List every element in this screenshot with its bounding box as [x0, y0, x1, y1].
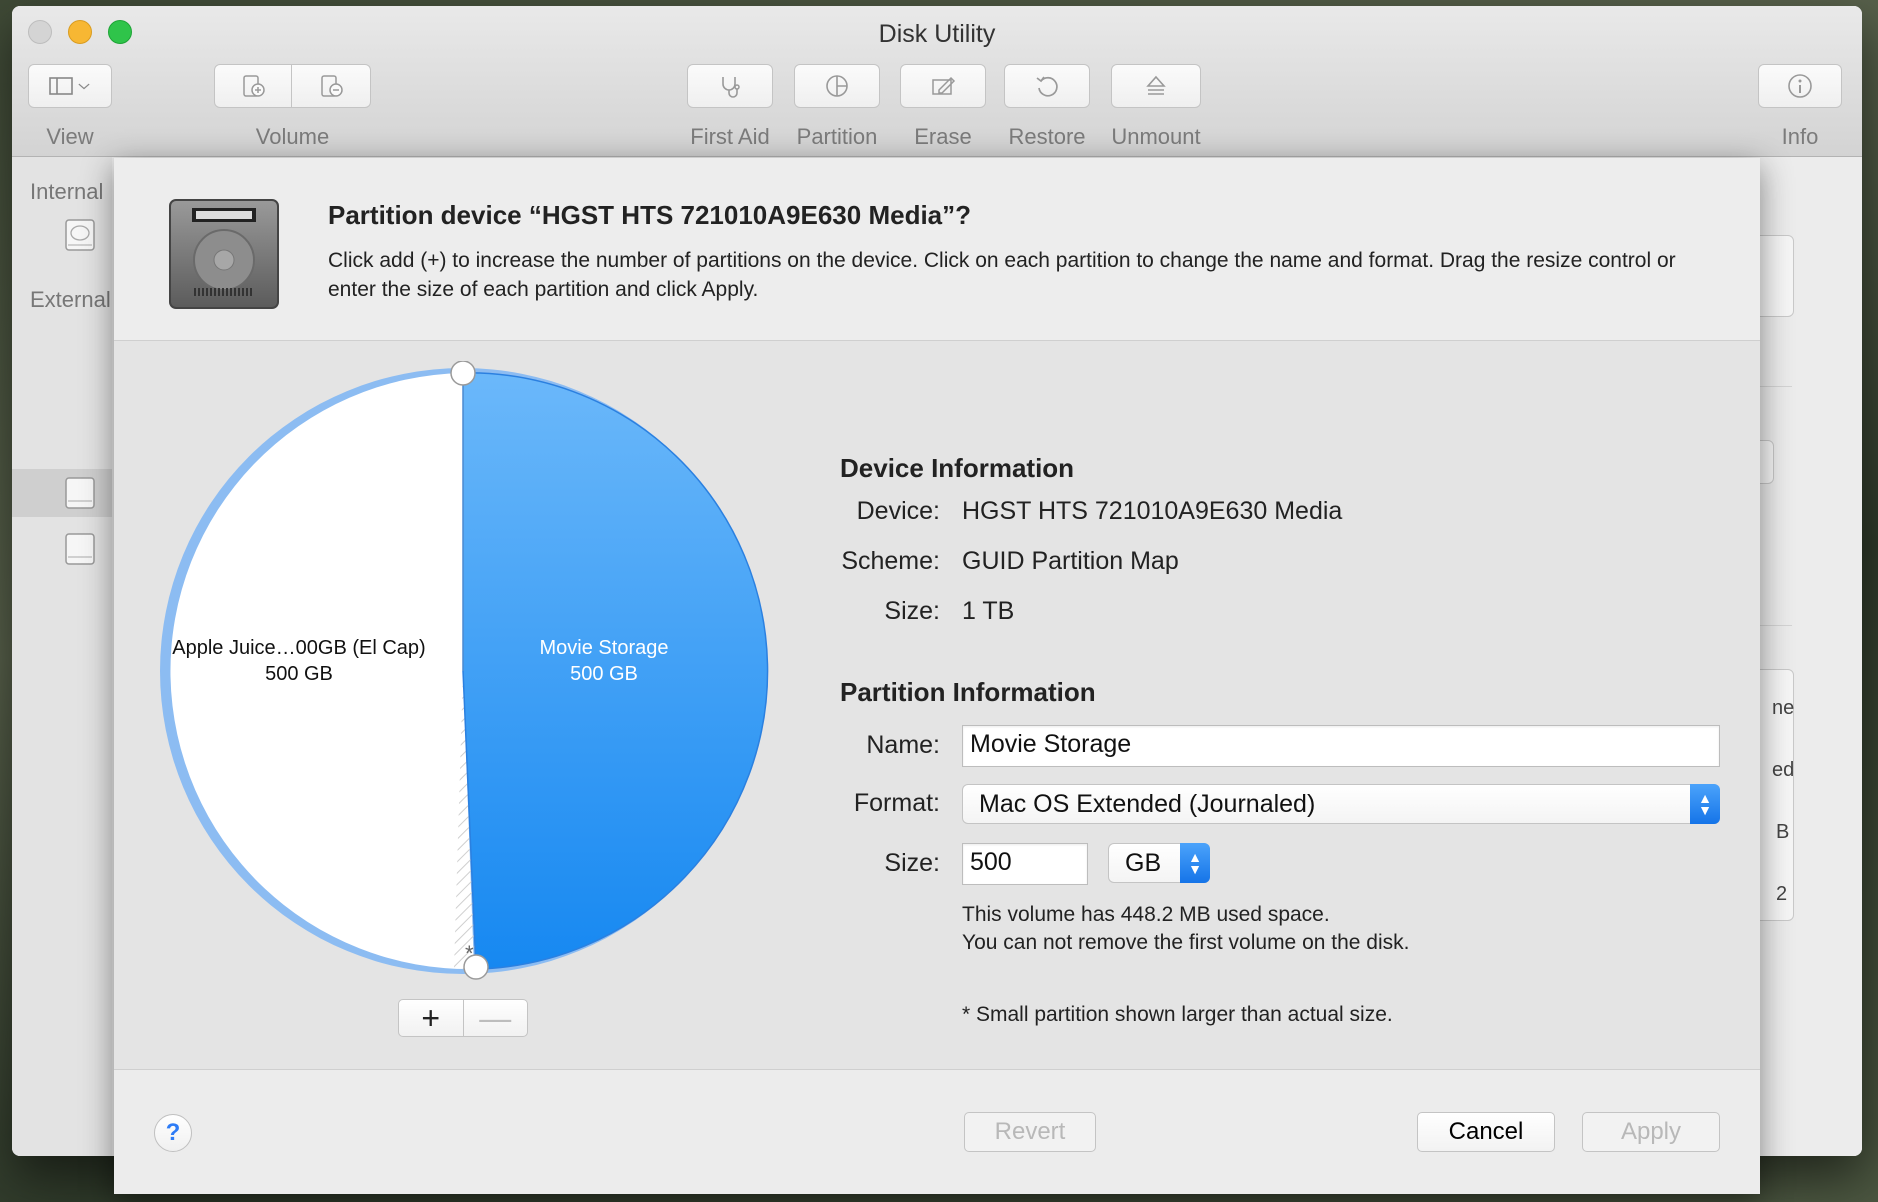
partition-button[interactable]: [794, 64, 880, 108]
ghost-text: 2: [1776, 883, 1788, 905]
size-value: 1 TB: [962, 597, 1015, 625]
format-popup[interactable]: Mac OS Extended (Journaled) ▲ ▼: [962, 784, 1720, 824]
partition-info-heading: Partition Information: [840, 677, 1096, 707]
size-unit-popup[interactable]: GB ▲ ▼: [1108, 843, 1210, 883]
sidebar-item-selected-disk[interactable]: [12, 469, 112, 517]
name-label: Name:: [866, 731, 940, 759]
hard-drive-icon: [169, 199, 279, 309]
erase-icon: [932, 76, 956, 95]
add-volume-icon: [243, 75, 265, 97]
sheet-header: Partition device “HGST HTS 721010A9E630 …: [114, 158, 1760, 341]
unmount-label: Unmount: [1111, 124, 1201, 149]
partition-sheet: Partition device “HGST HTS 721010A9E630 …: [114, 158, 1760, 1194]
pie-label-apple-juice: Apple Juice…00GB (El Cap) 500 GB: [154, 635, 444, 687]
partition-label: Partition: [796, 124, 878, 149]
first-volume-text: You can not remove the first volume on t…: [962, 931, 1410, 954]
ghost-text: B: [1776, 821, 1790, 843]
sheet-description: Click add (+) to increase the number of …: [328, 249, 1676, 301]
partition-name: Movie Storage: [539, 637, 669, 659]
format-value: Mac OS Extended (Journaled): [979, 790, 1316, 818]
unmount-button[interactable]: [1111, 64, 1201, 108]
partition-size-label: Size:: [884, 849, 940, 877]
toolbar: Disk Utility View Volume First Aid Parti…: [12, 6, 1862, 157]
apply-button[interactable]: Apply: [1582, 1112, 1720, 1152]
resize-handle-top[interactable]: [450, 361, 476, 386]
erase-label: Erase: [914, 124, 972, 149]
ghost-text: ed: [1772, 759, 1795, 781]
revert-button[interactable]: Revert: [964, 1112, 1096, 1152]
sheet-title: Partition device “HGST HTS 721010A9E630 …: [328, 200, 972, 230]
sidebar-internal-heading: Internal: [30, 179, 104, 204]
ghost-text: ne: [1772, 697, 1795, 719]
restore-arrow-icon: [1036, 76, 1058, 97]
restore-label: Restore: [1008, 124, 1086, 149]
partition-name: Apple Juice…00GB (El Cap): [172, 637, 426, 659]
partition-size: 500 GB: [570, 663, 638, 685]
sheet-body: * Apple Juice…00GB (El Cap) 500 GB Movie…: [114, 341, 1760, 1070]
stethoscope-icon: [722, 77, 740, 98]
erase-button[interactable]: [900, 64, 986, 108]
remove-partition-button[interactable]: —: [464, 1000, 528, 1036]
info-button[interactable]: [1758, 64, 1842, 108]
add-partition-button[interactable]: +: [399, 1000, 464, 1036]
external-volume-icon[interactable]: [64, 531, 96, 567]
partition-size-field[interactable]: 500: [962, 843, 1088, 885]
partition-size: 500 GB: [265, 663, 333, 685]
pie-label-movie-storage: Movie Storage 500 GB: [484, 635, 724, 687]
device-value: HGST HTS 721010A9E630 Media: [962, 497, 1343, 525]
cancel-button[interactable]: Cancel: [1417, 1112, 1555, 1152]
add-remove-partition-control: + —: [398, 999, 528, 1037]
scheme-label: Scheme:: [841, 547, 940, 575]
remove-volume-icon: [321, 75, 343, 97]
window-title: Disk Utility: [878, 20, 996, 48]
external-disk-icon[interactable]: [64, 475, 96, 511]
first-aid-label: First Aid: [690, 124, 770, 149]
scheme-value: GUID Partition Map: [962, 547, 1179, 575]
view-button[interactable]: [28, 64, 112, 108]
eject-icon: [1146, 75, 1166, 95]
partition-pie-icon: [826, 75, 848, 97]
add-volume-button[interactable]: [214, 64, 292, 108]
used-space-note: This volume has 448.2 MB used space. You…: [962, 901, 1409, 957]
info-label: Info: [1781, 124, 1819, 149]
device-label: Device:: [856, 497, 940, 525]
chevron-down-icon: [78, 83, 90, 90]
first-aid-button[interactable]: [687, 64, 773, 108]
resize-handle-bottom[interactable]: [463, 954, 489, 980]
sidebar-external-heading: External: [30, 287, 111, 312]
size-unit-value: GB: [1125, 849, 1162, 877]
sidebar: Internal External: [12, 157, 112, 1156]
used-space-text: This volume has 448.2 MB used space.: [962, 903, 1330, 926]
size-label: Size:: [884, 597, 940, 625]
device-info-heading: Device Information: [840, 453, 1075, 483]
volume-label: Volume: [255, 124, 330, 149]
popup-stepper-icon: ▲ ▼: [1690, 784, 1720, 824]
help-button[interactable]: ?: [154, 1114, 192, 1152]
partition-name-field[interactable]: Movie Storage: [962, 725, 1720, 767]
remove-volume-button[interactable]: [291, 64, 371, 108]
popup-stepper-icon: ▲ ▼: [1180, 843, 1210, 883]
info-icon: [1788, 74, 1812, 98]
sidebar-toggle-icon: [49, 77, 73, 95]
restore-button[interactable]: [1004, 64, 1090, 108]
small-partition-footnote: * Small partition shown larger than actu…: [962, 1003, 1393, 1026]
internal-disk-icon[interactable]: [64, 217, 96, 253]
view-label: View: [46, 124, 94, 149]
format-label: Format:: [853, 789, 940, 817]
